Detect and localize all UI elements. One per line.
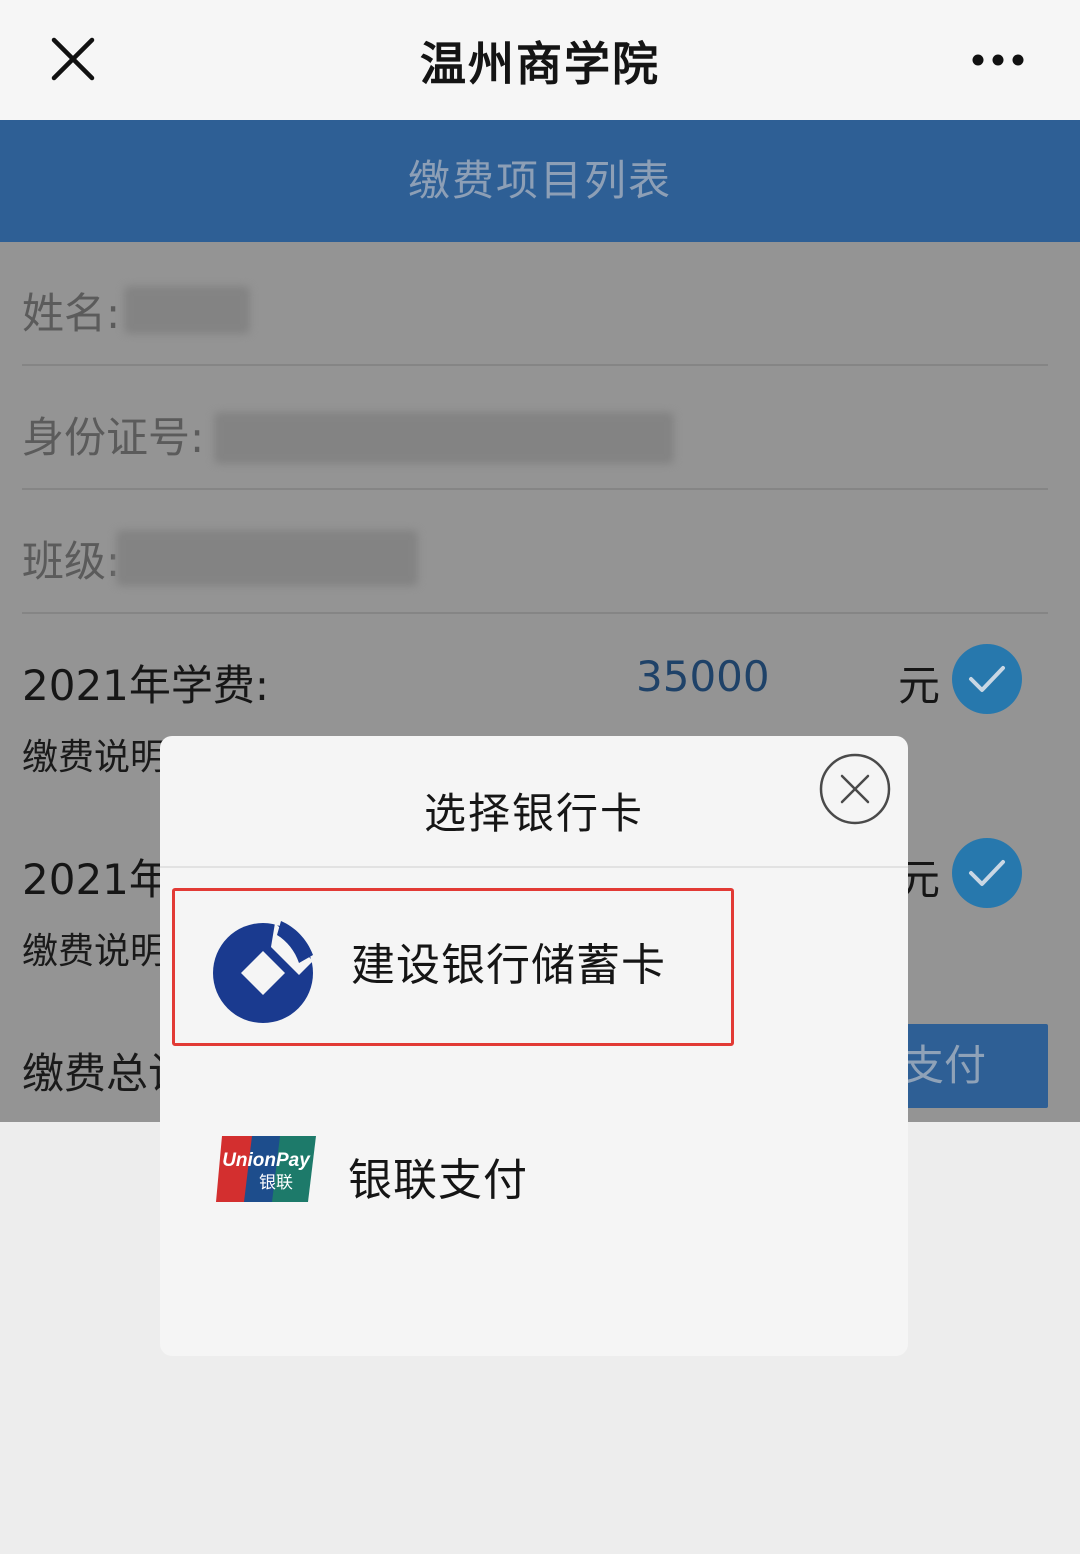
redacted-id-number	[214, 412, 674, 464]
divider	[22, 488, 1048, 490]
tuition-fee-amount: 35000	[636, 652, 770, 701]
top-nav-bar: 温州商学院	[0, 0, 1080, 120]
divider	[22, 364, 1048, 366]
more-icon[interactable]	[968, 50, 1028, 70]
select-bank-card-dialog: 选择银行卡 建设银行储蓄卡 UnionPay 银联 银联支付	[160, 736, 908, 1356]
bank-option-unionpay[interactable]: UnionPay 银联 银联支付	[172, 1104, 734, 1234]
tuition-fee-description: 缴费说明	[22, 737, 167, 778]
unionpay-logo-icon: UnionPay 银联	[216, 1136, 316, 1202]
ccb-logo-icon	[213, 921, 313, 1023]
redacted-name	[124, 286, 250, 334]
tuition-fee-unit: 元	[898, 661, 941, 710]
dialog-divider	[160, 866, 908, 868]
name-label: 姓名:	[22, 289, 121, 338]
tuition-fee-label: 2021年学费:	[22, 661, 270, 710]
bank-option-unionpay-label: 银联支付	[348, 1155, 528, 1206]
unionpay-logo-text: UnionPay	[222, 1150, 311, 1171]
checkmark-icon	[969, 666, 1005, 692]
fee-list-header: 缴费项目列表	[0, 120, 1080, 242]
divider	[22, 612, 1048, 614]
svg-text:银联: 银联	[259, 1173, 293, 1193]
accommodation-fee-checkbox[interactable]	[952, 838, 1022, 908]
page-title: 温州商学院	[420, 37, 660, 91]
tuition-fee-checkbox[interactable]	[952, 644, 1022, 714]
class-label: 班级:	[22, 537, 121, 586]
bank-option-ccb[interactable]: 建设银行储蓄卡	[172, 888, 734, 1046]
redacted-class	[116, 530, 418, 586]
bank-option-ccb-label: 建设银行储蓄卡	[351, 940, 666, 991]
checkmark-icon	[969, 860, 1005, 886]
accommodation-fee-description: 缴费说明	[22, 931, 167, 972]
id-number-label: 身份证号:	[22, 413, 205, 462]
close-circle-icon[interactable]	[818, 752, 892, 826]
dialog-title: 选择银行卡	[423, 789, 644, 838]
